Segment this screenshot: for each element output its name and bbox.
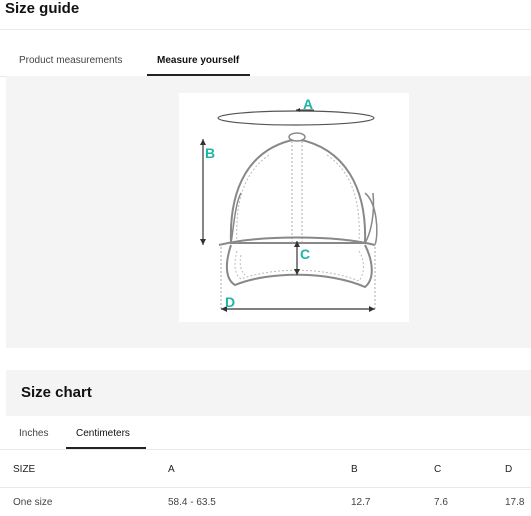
header-divider [0,29,531,30]
column-header-a: A [168,464,175,475]
tab-inches[interactable]: Inches [19,428,48,439]
cell-c: 7.6 [434,497,448,508]
cap-measurement-diagram: A B C D [179,93,409,322]
cell-b: 12.7 [351,497,371,508]
tab-product-measurements[interactable]: Product measurements [19,55,122,66]
cell-size: One size [13,497,53,508]
label-a: A [303,96,313,112]
table-header-divider [0,487,531,488]
cell-d: 17.8 [505,497,525,508]
label-b: B [205,145,215,161]
column-header-d: D [505,464,513,475]
tab-measure-yourself[interactable]: Measure yourself [157,55,239,66]
cell-a: 58.4 - 63.5 [168,497,216,508]
tab-centimeters[interactable]: Centimeters [76,428,130,439]
column-header-c: C [434,464,442,475]
column-header-b: B [351,464,358,475]
column-header-size: SIZE [13,464,36,475]
label-d: D [225,294,235,310]
label-c: C [300,246,310,262]
page-title: Size guide [5,0,80,17]
unit-tabs-divider [0,449,531,450]
cap-illustration: A B C D [200,96,378,312]
size-chart-title: Size chart [21,384,92,401]
